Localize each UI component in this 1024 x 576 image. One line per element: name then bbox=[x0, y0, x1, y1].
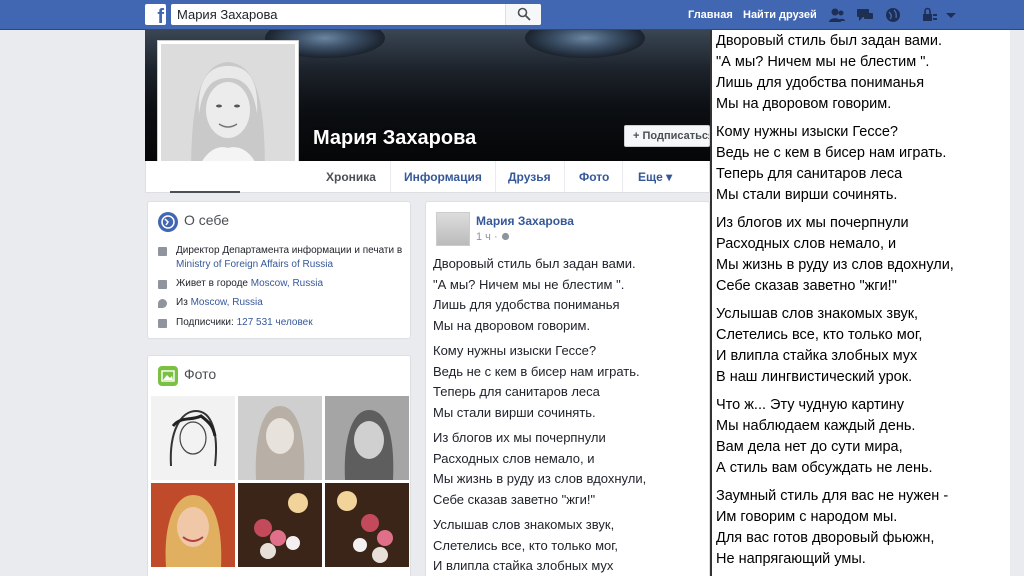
briefcase-icon bbox=[158, 247, 167, 256]
about-globe-icon bbox=[158, 212, 178, 232]
overlay-stanza: Кому нужны изыски Гессе? Ведь не с кем в… bbox=[716, 124, 947, 203]
timeline-post: Мария Захарова 1 ч · Дворовый стиль был … bbox=[425, 201, 710, 576]
photo-thumbnail[interactable] bbox=[151, 396, 235, 480]
portrait-drawing bbox=[161, 44, 295, 178]
post-timestamp[interactable]: 1 ч · bbox=[476, 231, 510, 243]
post-author-avatar[interactable] bbox=[436, 212, 470, 246]
tab-about[interactable]: Информация bbox=[404, 170, 482, 184]
overlay-stanza: Дворовый стиль был задан вами. "А мы? Ни… bbox=[716, 33, 943, 112]
active-tab-indicator bbox=[170, 191, 240, 193]
post-stanza: Дворовый стиль был задан вами. "А мы? Ни… bbox=[433, 256, 636, 333]
about-card: О себе Директор Департамента информации … bbox=[147, 201, 411, 339]
search-input[interactable] bbox=[171, 4, 506, 25]
photo-thumbnail[interactable] bbox=[238, 483, 322, 567]
nav-find-friends-link[interactable]: Найти друзей bbox=[743, 9, 817, 21]
follow-label: Подписаться bbox=[642, 130, 710, 142]
photos-card: Фото bbox=[147, 355, 411, 576]
about-from-row: Из Moscow, Russia bbox=[176, 296, 406, 310]
photos-icon bbox=[158, 366, 178, 386]
photo-thumbnail[interactable] bbox=[151, 483, 235, 567]
cover-eye-right bbox=[525, 30, 645, 58]
right-gutter bbox=[1010, 30, 1024, 576]
rss-followers-icon bbox=[158, 319, 167, 328]
poem-text-overlay: Дворовый стиль был задан вами. "А мы? Ни… bbox=[710, 30, 1010, 576]
tab-divider bbox=[564, 161, 565, 192]
overlay-stanza: Что ж... Эту чудную картину Мы наблюдаем… bbox=[716, 397, 933, 476]
about-lives-city-link[interactable]: Moscow, Russia bbox=[251, 278, 323, 289]
post-stanza: Из блогов их мы почерпнули Расходных сло… bbox=[433, 430, 647, 507]
about-lives-row: Живет в городе Moscow, Russia bbox=[176, 277, 406, 291]
profile-photo-image bbox=[161, 44, 295, 178]
overlay-poem: Дворовый стиль был задан вами. "А мы? Ни… bbox=[716, 31, 1006, 576]
about-job-org-link[interactable]: Ministry of Foreign Affairs of Russia bbox=[176, 259, 333, 270]
tab-timeline[interactable]: Хроника bbox=[326, 170, 376, 184]
tab-divider bbox=[390, 161, 391, 192]
messages-icon[interactable] bbox=[856, 7, 874, 23]
tab-photos[interactable]: Фото bbox=[579, 170, 609, 184]
about-job-row: Директор Департамента информации и печат… bbox=[176, 244, 406, 272]
about-followers-text: Подписчики: bbox=[176, 317, 237, 328]
account-dropdown-icon[interactable] bbox=[942, 7, 960, 23]
overlay-stanza: Из блогов их мы почерпнули Расходных сло… bbox=[716, 215, 954, 294]
profile-name[interactable]: Мария Захарова bbox=[313, 127, 476, 150]
profile-tabs: Хроника Информация Друзья Фото Еще ▾ bbox=[145, 161, 710, 193]
about-job-text: Директор Департамента информации и печат… bbox=[176, 245, 403, 256]
photo-thumbnail[interactable] bbox=[238, 396, 322, 480]
about-followers-count-link[interactable]: 127 531 человек bbox=[237, 317, 313, 328]
tab-more[interactable]: Еще ▾ bbox=[638, 170, 672, 184]
nav-home-link[interactable]: Главная bbox=[688, 9, 733, 21]
search-box bbox=[171, 4, 541, 25]
photo-thumbnail[interactable] bbox=[325, 396, 409, 480]
about-from-text: Из bbox=[176, 297, 191, 308]
photo-thumbnail[interactable] bbox=[325, 483, 409, 567]
search-button[interactable] bbox=[505, 4, 541, 25]
post-text: Дворовый стиль был задан вами. "А мы? Ни… bbox=[433, 254, 705, 576]
about-lives-text: Живет в городе bbox=[176, 278, 251, 289]
friend-requests-icon[interactable] bbox=[828, 7, 846, 23]
post-stanza: Услышав слов знакомых звук, Слетелись вс… bbox=[433, 517, 619, 573]
overlay-stanza: Заумный стиль для вас не нужен - Им гово… bbox=[716, 488, 949, 567]
post-stanza: Кому нужны изыски Гессе? Ведь не с кем в… bbox=[433, 343, 640, 420]
privacy-lock-icon[interactable] bbox=[920, 7, 938, 23]
post-time-text: 1 ч bbox=[476, 231, 491, 243]
tab-divider bbox=[495, 161, 496, 192]
post-author-name[interactable]: Мария Захарова bbox=[476, 214, 574, 228]
home-icon bbox=[158, 280, 167, 289]
facebook-logo-icon[interactable]: f bbox=[145, 4, 166, 27]
photos-title: Фото bbox=[184, 366, 217, 382]
notifications-globe-icon[interactable] bbox=[884, 7, 902, 23]
about-followers-row: Подписчики: 127 531 человек bbox=[176, 316, 406, 330]
follow-button[interactable]: + Подписаться bbox=[624, 125, 710, 147]
search-icon bbox=[517, 7, 531, 21]
about-title: О себе bbox=[184, 212, 230, 228]
tab-friends[interactable]: Друзья bbox=[508, 170, 551, 184]
about-from-city-link[interactable]: Moscow, Russia bbox=[191, 297, 263, 308]
location-pin-icon bbox=[158, 299, 167, 308]
public-globe-icon bbox=[501, 232, 509, 241]
overlay-stanza: Услышав слов знакомых звук, Слетелись вс… bbox=[716, 306, 923, 385]
top-navigation-bar: f Главная Найти друзей bbox=[0, 0, 1024, 30]
tab-divider bbox=[622, 161, 623, 192]
